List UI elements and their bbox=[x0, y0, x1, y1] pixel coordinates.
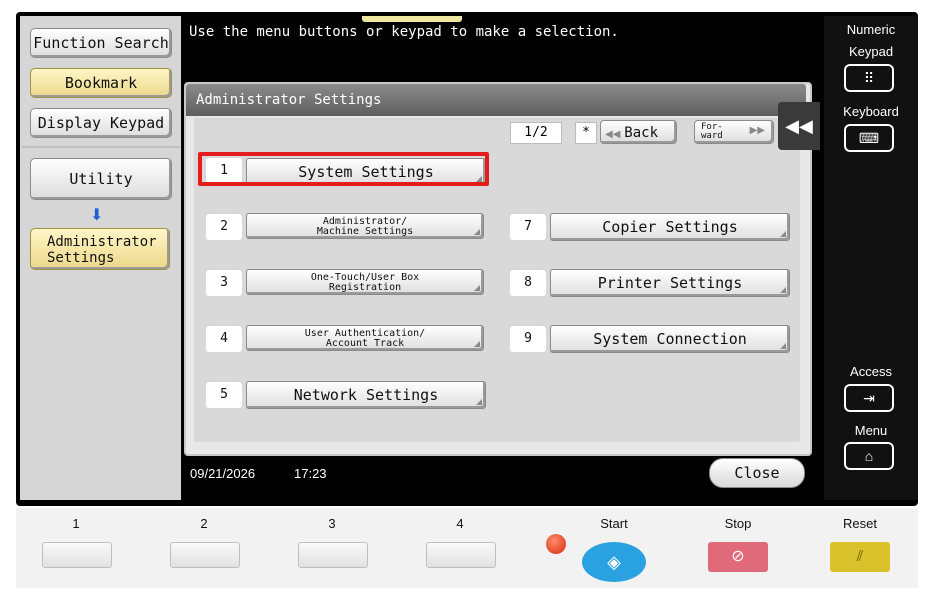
page-indicator: 1/2 bbox=[510, 122, 562, 144]
hw-key-3[interactable] bbox=[298, 542, 368, 568]
copier-settings-button[interactable]: Copier Settings bbox=[550, 213, 790, 241]
hw-key-2[interactable] bbox=[170, 542, 240, 568]
one-touch-user-box-registration-button[interactable]: One-Touch/User Box Registration bbox=[246, 269, 484, 295]
hw-key-1[interactable] bbox=[42, 542, 112, 568]
administrator-machine-settings-button[interactable]: Administrator/Machine Settings bbox=[246, 213, 484, 239]
function-search-label: Function Search bbox=[33, 34, 169, 52]
access-label: Access bbox=[850, 364, 892, 379]
bookmark-button[interactable]: Bookmark bbox=[30, 68, 172, 98]
administrator-settings-button[interactable]: Administrator Settings bbox=[30, 228, 170, 270]
right-panel: Numeric Keypad ⠿ Keyboard ⌨ Access ⇥ Men… bbox=[824, 16, 918, 500]
user-authentication-account-track-button[interactable]: User Authentication/Account Track bbox=[246, 325, 484, 351]
admin-label-line1: Administrator bbox=[47, 234, 157, 250]
close-button[interactable]: Close bbox=[709, 458, 805, 488]
reset-button[interactable]: ⫽ bbox=[830, 542, 890, 572]
network-settings-button[interactable]: Network Settings bbox=[246, 381, 486, 409]
star-key[interactable]: * bbox=[575, 122, 597, 144]
back-label: Back bbox=[624, 125, 658, 141]
status-time: 17:23 bbox=[294, 466, 327, 481]
left-panel: Function Search Bookmark Display Keypad … bbox=[20, 16, 181, 500]
forward-label-line2: ward bbox=[701, 131, 723, 141]
drag-handle[interactable] bbox=[362, 16, 462, 22]
system-connection-button[interactable]: System Connection bbox=[550, 325, 790, 353]
display-keypad-button[interactable]: Display Keypad bbox=[30, 108, 172, 138]
start-led-indicator bbox=[546, 534, 566, 554]
left-divider bbox=[22, 146, 180, 148]
forward-button[interactable]: For- ward ▶▶ bbox=[694, 120, 774, 144]
keyboard-label: Keyboard bbox=[843, 104, 899, 119]
collapse-panel-icon[interactable]: ◀◀ bbox=[778, 102, 820, 150]
down-arrow-icon: ⬇ bbox=[90, 207, 104, 224]
setting-label: System Connection bbox=[593, 330, 747, 348]
utility-button[interactable]: Utility bbox=[30, 158, 172, 200]
back-button[interactable]: ◀◀ Back bbox=[600, 120, 677, 144]
keypad-label: Keypad bbox=[848, 44, 894, 59]
item-number: 2 bbox=[206, 214, 242, 240]
numeric-label: Numeric bbox=[846, 22, 896, 37]
admin-label-line2: Settings bbox=[47, 250, 115, 266]
dialog-title: Administrator Settings bbox=[196, 92, 382, 108]
hw-key-label: 2 bbox=[200, 516, 208, 531]
setting-label: Copier Settings bbox=[602, 218, 738, 236]
hw-key-label: 3 bbox=[328, 516, 336, 531]
item-number: 8 bbox=[510, 270, 546, 296]
item-number: 4 bbox=[206, 326, 242, 352]
selection-highlight bbox=[198, 152, 489, 186]
forward-arrow-icon: ▶▶ bbox=[749, 125, 765, 136]
function-search-button[interactable]: Function Search bbox=[30, 28, 172, 58]
home-icon[interactable]: ⌂ bbox=[844, 442, 894, 470]
stop-label: Stop bbox=[724, 516, 752, 531]
forward-label: For- ward bbox=[701, 123, 723, 141]
item-number: 7 bbox=[510, 214, 546, 240]
keyboard-icon[interactable]: ⌨ bbox=[844, 124, 894, 152]
hw-key-label: 1 bbox=[72, 516, 80, 531]
setting-label-line2: Account Track bbox=[325, 338, 405, 349]
bookmark-label: Bookmark bbox=[64, 74, 138, 92]
hw-key-4[interactable] bbox=[426, 542, 496, 568]
utility-label: Utility bbox=[69, 170, 133, 188]
display-keypad-label: Display Keypad bbox=[37, 114, 165, 132]
setting-label: Network Settings bbox=[293, 386, 439, 404]
numeric-keypad-icon[interactable]: ⠿ bbox=[844, 64, 894, 92]
status-date: 09/21/2026 bbox=[190, 466, 256, 481]
access-icon[interactable]: ⇥ bbox=[844, 384, 894, 412]
start-button[interactable]: ◈ bbox=[582, 542, 646, 582]
item-number: 9 bbox=[510, 326, 546, 352]
hw-key-label: 4 bbox=[456, 516, 464, 531]
instruction-message: Use the menu buttons or keypad to make a… bbox=[189, 24, 619, 40]
reset-label: Reset bbox=[843, 516, 877, 531]
back-arrow-icon: ◀◀ bbox=[605, 129, 621, 140]
setting-label: Printer Settings bbox=[597, 274, 743, 292]
item-number: 5 bbox=[206, 382, 242, 408]
stop-button[interactable]: ⊘ bbox=[708, 542, 768, 572]
setting-label-line2: Machine Settings bbox=[316, 226, 414, 237]
setting-label-line2: Registration bbox=[328, 282, 402, 293]
menu-label: Menu bbox=[854, 423, 888, 438]
start-label: Start bbox=[600, 516, 628, 531]
printer-settings-button[interactable]: Printer Settings bbox=[550, 269, 790, 297]
item-number: 3 bbox=[206, 270, 242, 296]
